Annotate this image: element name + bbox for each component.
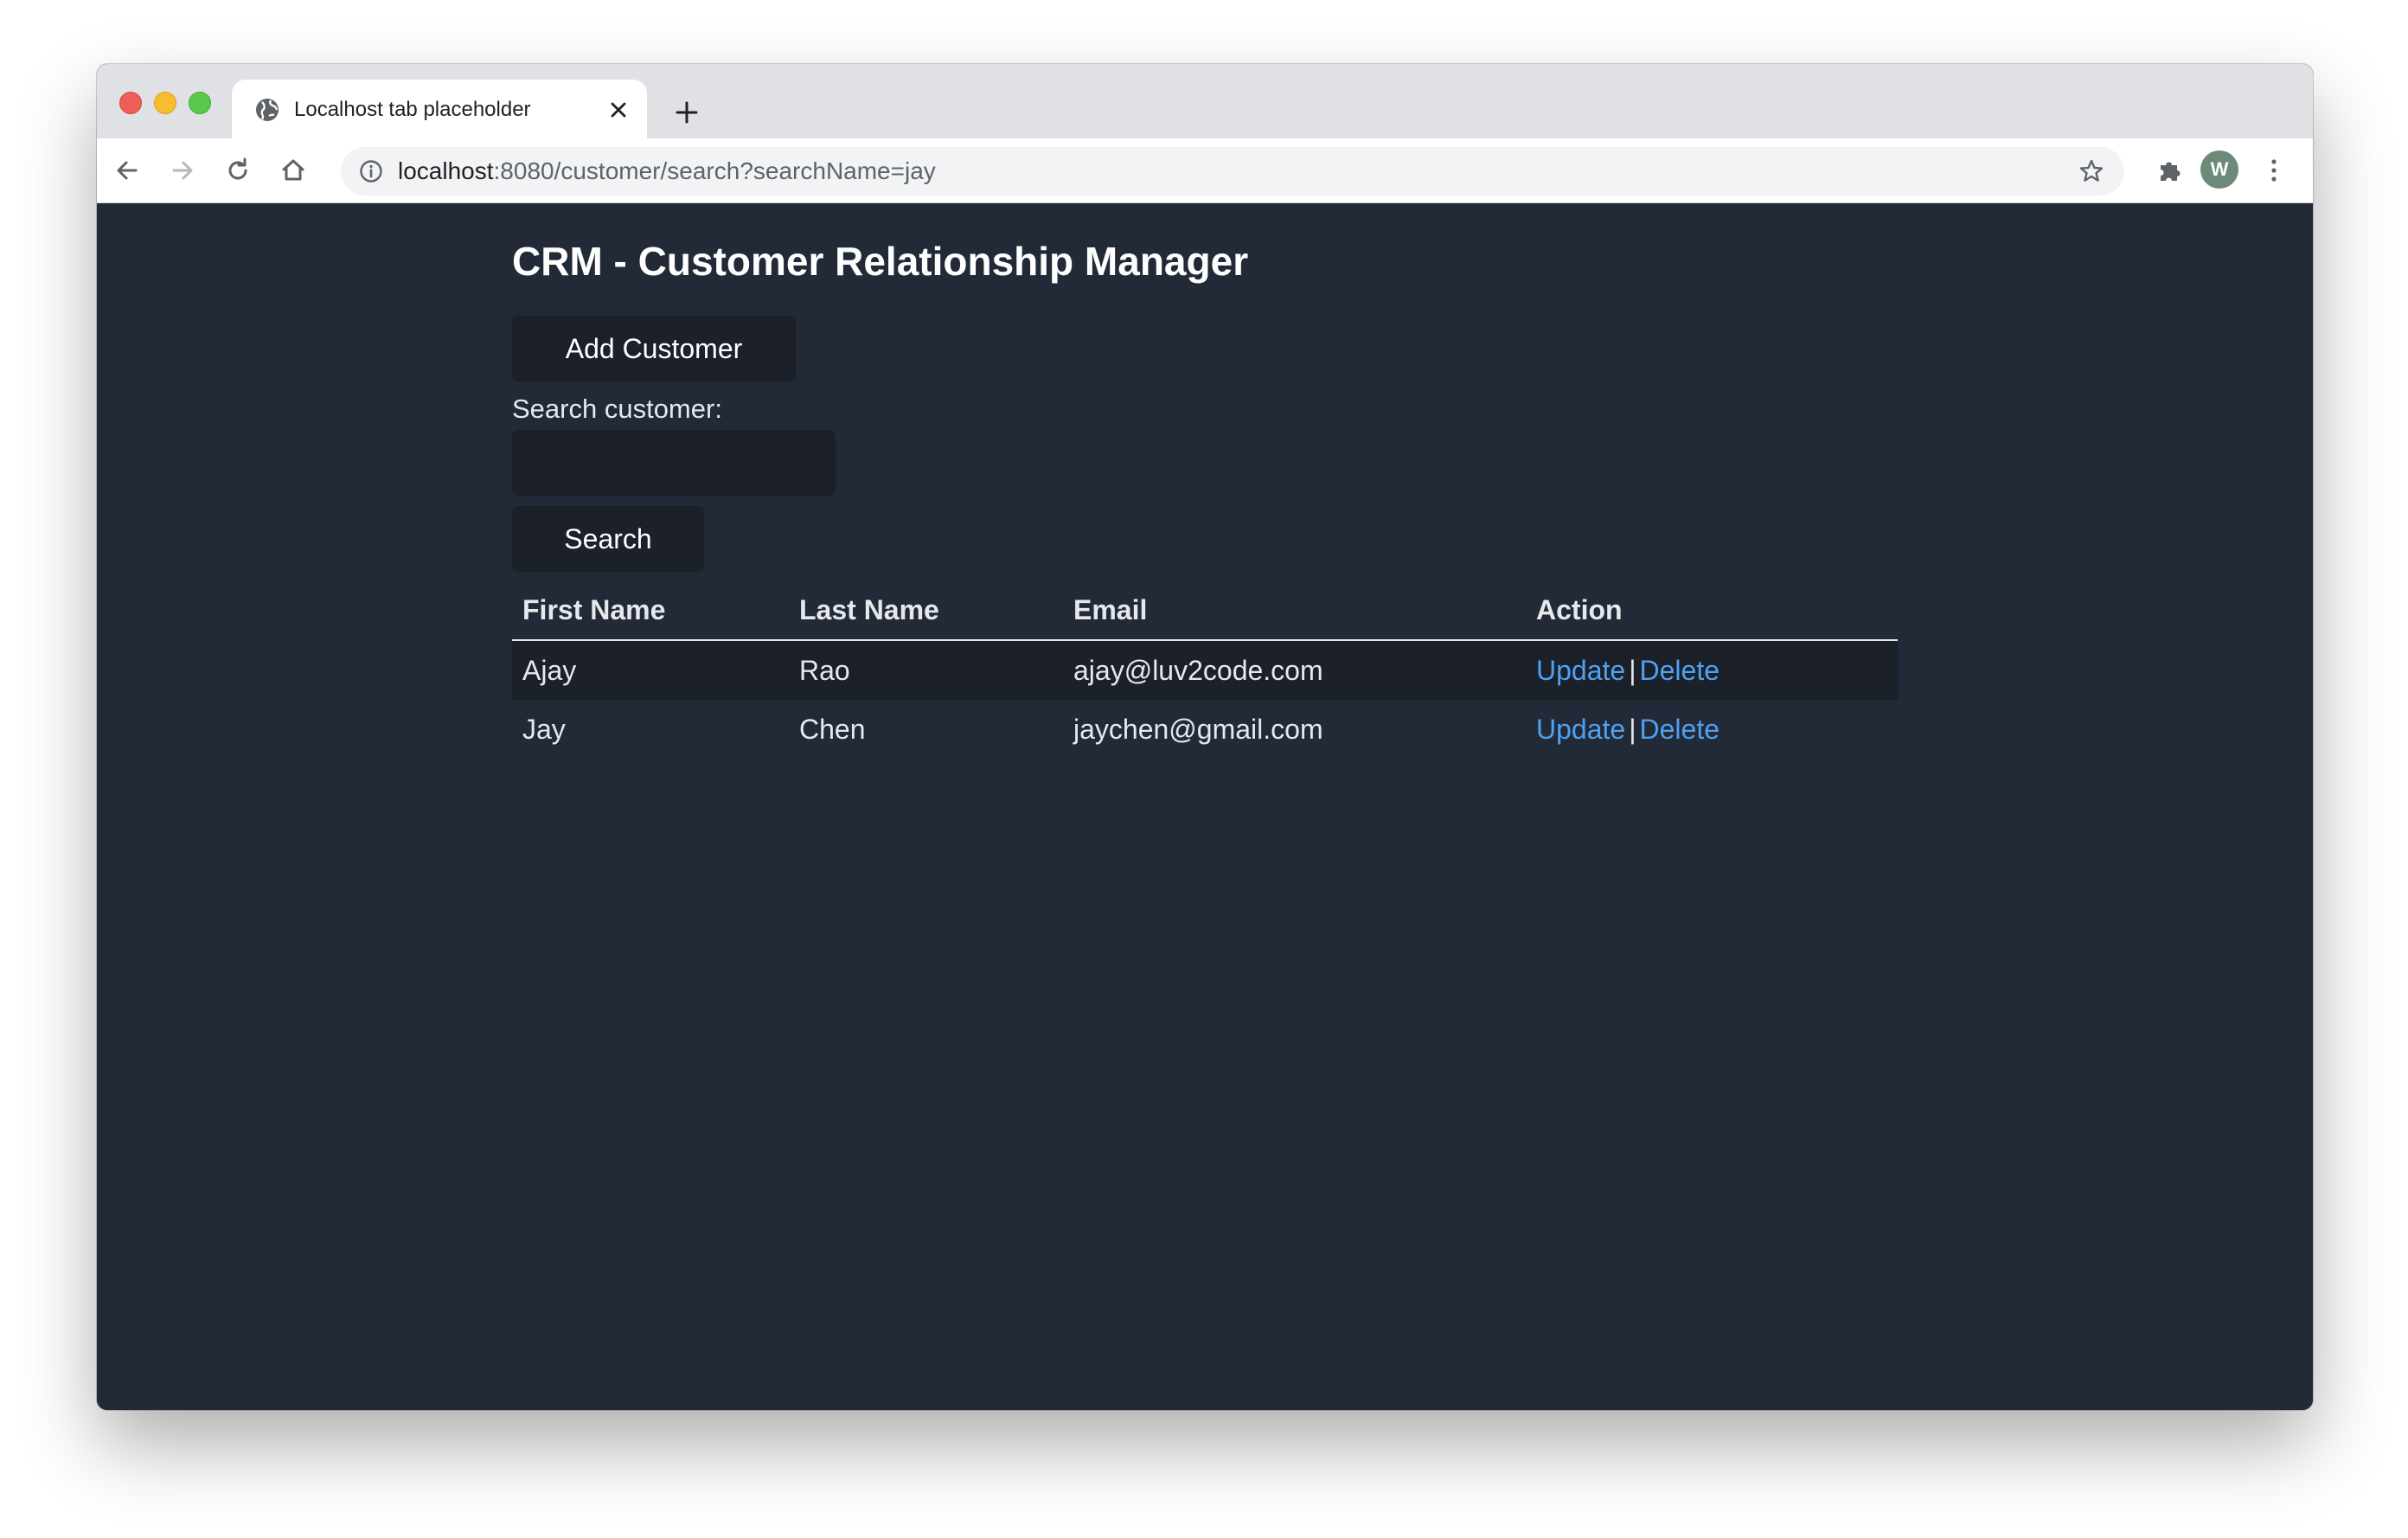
column-header-action: Action [1526,580,1898,641]
cell-email: jaychen@gmail.com [1073,713,1323,745]
search-label: Search customer: [512,394,722,424]
action-separator: | [1629,713,1636,745]
cell-first-name: Jay [522,713,566,745]
browser-toolbar: localhost:8080/customer/search?searchNam… [97,138,2313,203]
delete-link[interactable]: Delete [1640,655,1720,686]
table-header-row: First Name Last Name Email Action [512,580,1898,641]
search-input[interactable] [512,430,836,496]
action-separator: | [1629,654,1636,686]
table-row: Ajay Rao ajay@luv2code.com Update | Delete [512,640,1898,700]
browser-tab[interactable]: Localhost tab placeholder [232,80,647,138]
cell-first-name: Ajay [512,640,789,700]
cell-action: Update | Delete [1526,700,1898,759]
tab-title: Localhost tab placeholder [294,98,531,121]
info-icon[interactable] [358,158,384,184]
browser-window: Localhost tab placeholder localhost:8080… [97,64,2313,1410]
page-title: CRM - Customer Relationship Manager [512,239,1249,284]
column-header-email: Email [1063,580,1526,641]
table-row: Jay Chen jaychen@gmail.com Update | Delete [512,700,1898,759]
forward-arrow-icon[interactable] [166,154,199,187]
close-icon[interactable] [605,97,631,123]
minimize-window-button[interactable] [154,92,176,114]
cell-last-name: Chen [799,713,866,745]
delete-link[interactable]: Delete [1640,714,1720,745]
cell-action: Update | Delete [1526,640,1898,700]
extensions-puzzle-icon[interactable] [2154,154,2187,187]
reload-icon[interactable] [221,154,254,187]
customer-table: First Name Last Name Email Action Ajay R… [512,580,1898,759]
home-icon[interactable] [277,154,310,187]
update-link[interactable]: Update [1536,655,1625,686]
cell-last-name: Rao [789,640,1063,700]
new-tab-icon[interactable] [671,97,702,128]
search-button[interactable]: Search [512,506,704,572]
back-arrow-icon[interactable] [111,154,144,187]
url-text[interactable]: localhost:8080/customer/search?searchNam… [398,157,936,186]
cell-email: ajay@luv2code.com [1063,640,1526,700]
page-content: CRM - Customer Relationship Manager Add … [97,203,2313,1410]
url-path: :8080/customer/search?searchName=jay [493,157,936,184]
address-bar[interactable]: localhost:8080/customer/search?searchNam… [341,147,2124,195]
profile-avatar[interactable]: W [2200,151,2238,189]
maximize-window-button[interactable] [189,92,211,114]
update-link[interactable]: Update [1536,714,1625,745]
column-header-first-name: First Name [512,580,789,641]
tab-strip: Localhost tab placeholder [97,64,2313,138]
menu-kebab-icon[interactable] [2258,154,2290,187]
url-host: localhost [398,157,494,184]
column-header-last-name: Last Name [789,580,1063,641]
close-window-button[interactable] [119,92,142,114]
add-customer-button[interactable]: Add Customer [512,316,796,381]
globe-icon [254,97,280,123]
bookmark-star-icon[interactable] [2078,157,2105,185]
